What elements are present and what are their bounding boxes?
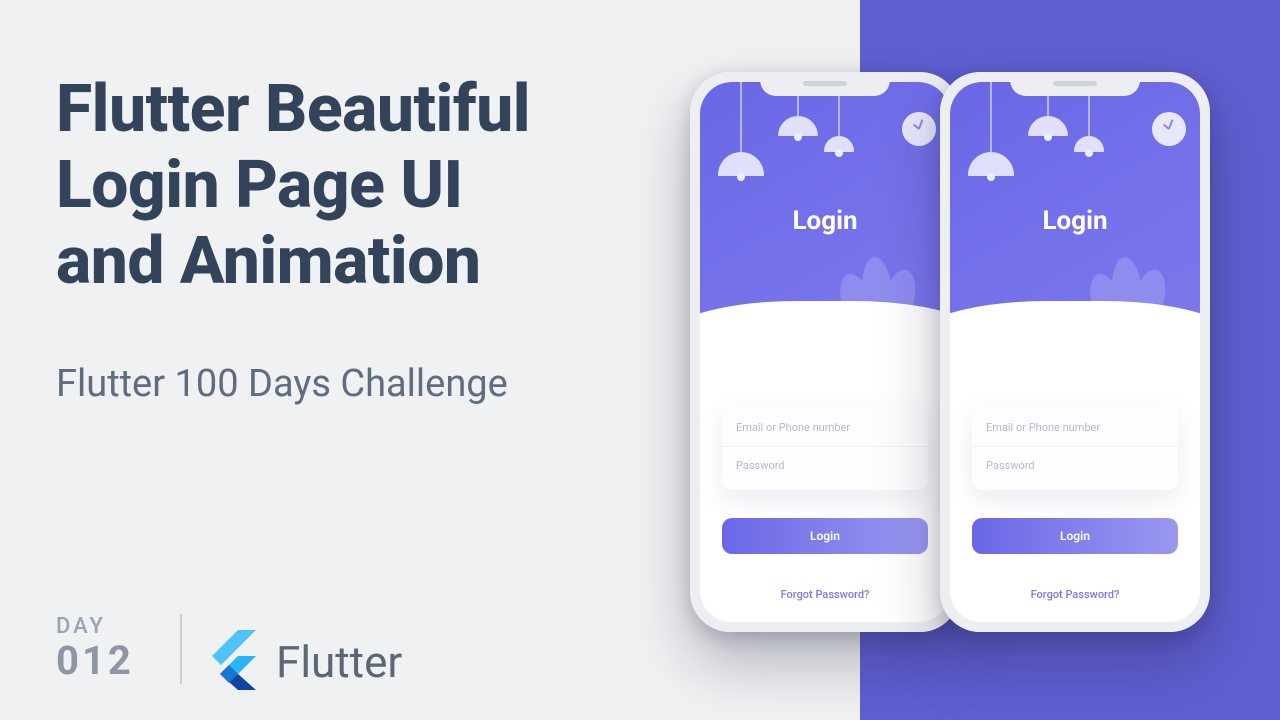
title-line-1: Flutter Beautiful [56,71,530,148]
lamp-icon [968,82,1014,176]
email-field[interactable]: Email or Phone number [972,409,1178,446]
phone-speaker [1053,81,1097,86]
password-field[interactable]: Password [972,446,1178,484]
thumbnail-canvas: Flutter Beautiful Login Page UI and Anim… [0,0,1280,720]
flutter-wordmark: Flutter [276,636,402,688]
login-button[interactable]: Login [972,518,1178,554]
phone-screen: Login Email or Phone number Password Log… [700,82,950,622]
phone-speaker [803,81,847,86]
login-heading: Login [700,206,950,236]
login-heading: Login [950,206,1200,236]
plant-pot-icon [1076,317,1158,357]
forgot-password-link[interactable]: Forgot Password? [722,588,928,601]
phone-mockup-right: Login Email or Phone number Password Log… [940,72,1210,632]
day-label: DAY [56,614,134,639]
input-card: Email or Phone number Password [722,403,928,490]
phone-mockup-left: Login Email or Phone number Password Log… [690,72,960,632]
login-hero-illustration: Login [700,82,950,363]
login-form: Email or Phone number Password Login For… [972,395,1178,601]
flutter-logo-icon [210,630,260,694]
phone-screen: Login Email or Phone number Password Log… [950,82,1200,622]
flutter-brand: Flutter [210,630,402,694]
login-hero-illustration: Login [950,82,1200,363]
password-field[interactable]: Password [722,446,928,484]
clock-icon [902,112,936,146]
main-title: Flutter Beautiful Login Page UI and Anim… [56,72,656,300]
day-number: 012 [56,637,134,684]
subtitle: Flutter 100 Days Challenge [56,362,508,406]
login-form: Email or Phone number Password Login For… [722,395,928,601]
input-card: Email or Phone number Password [972,403,1178,490]
title-line-3: and Animation [56,223,481,300]
vertical-divider [180,614,182,684]
forgot-password-link[interactable]: Forgot Password? [972,588,1178,601]
login-button[interactable]: Login [722,518,928,554]
plant-pot-icon [826,317,908,357]
day-counter: DAY 012 [56,614,134,684]
clock-icon [1152,112,1186,146]
email-field[interactable]: Email or Phone number [722,409,928,446]
title-line-2: Login Page UI [56,147,463,224]
lamp-icon [718,82,764,176]
